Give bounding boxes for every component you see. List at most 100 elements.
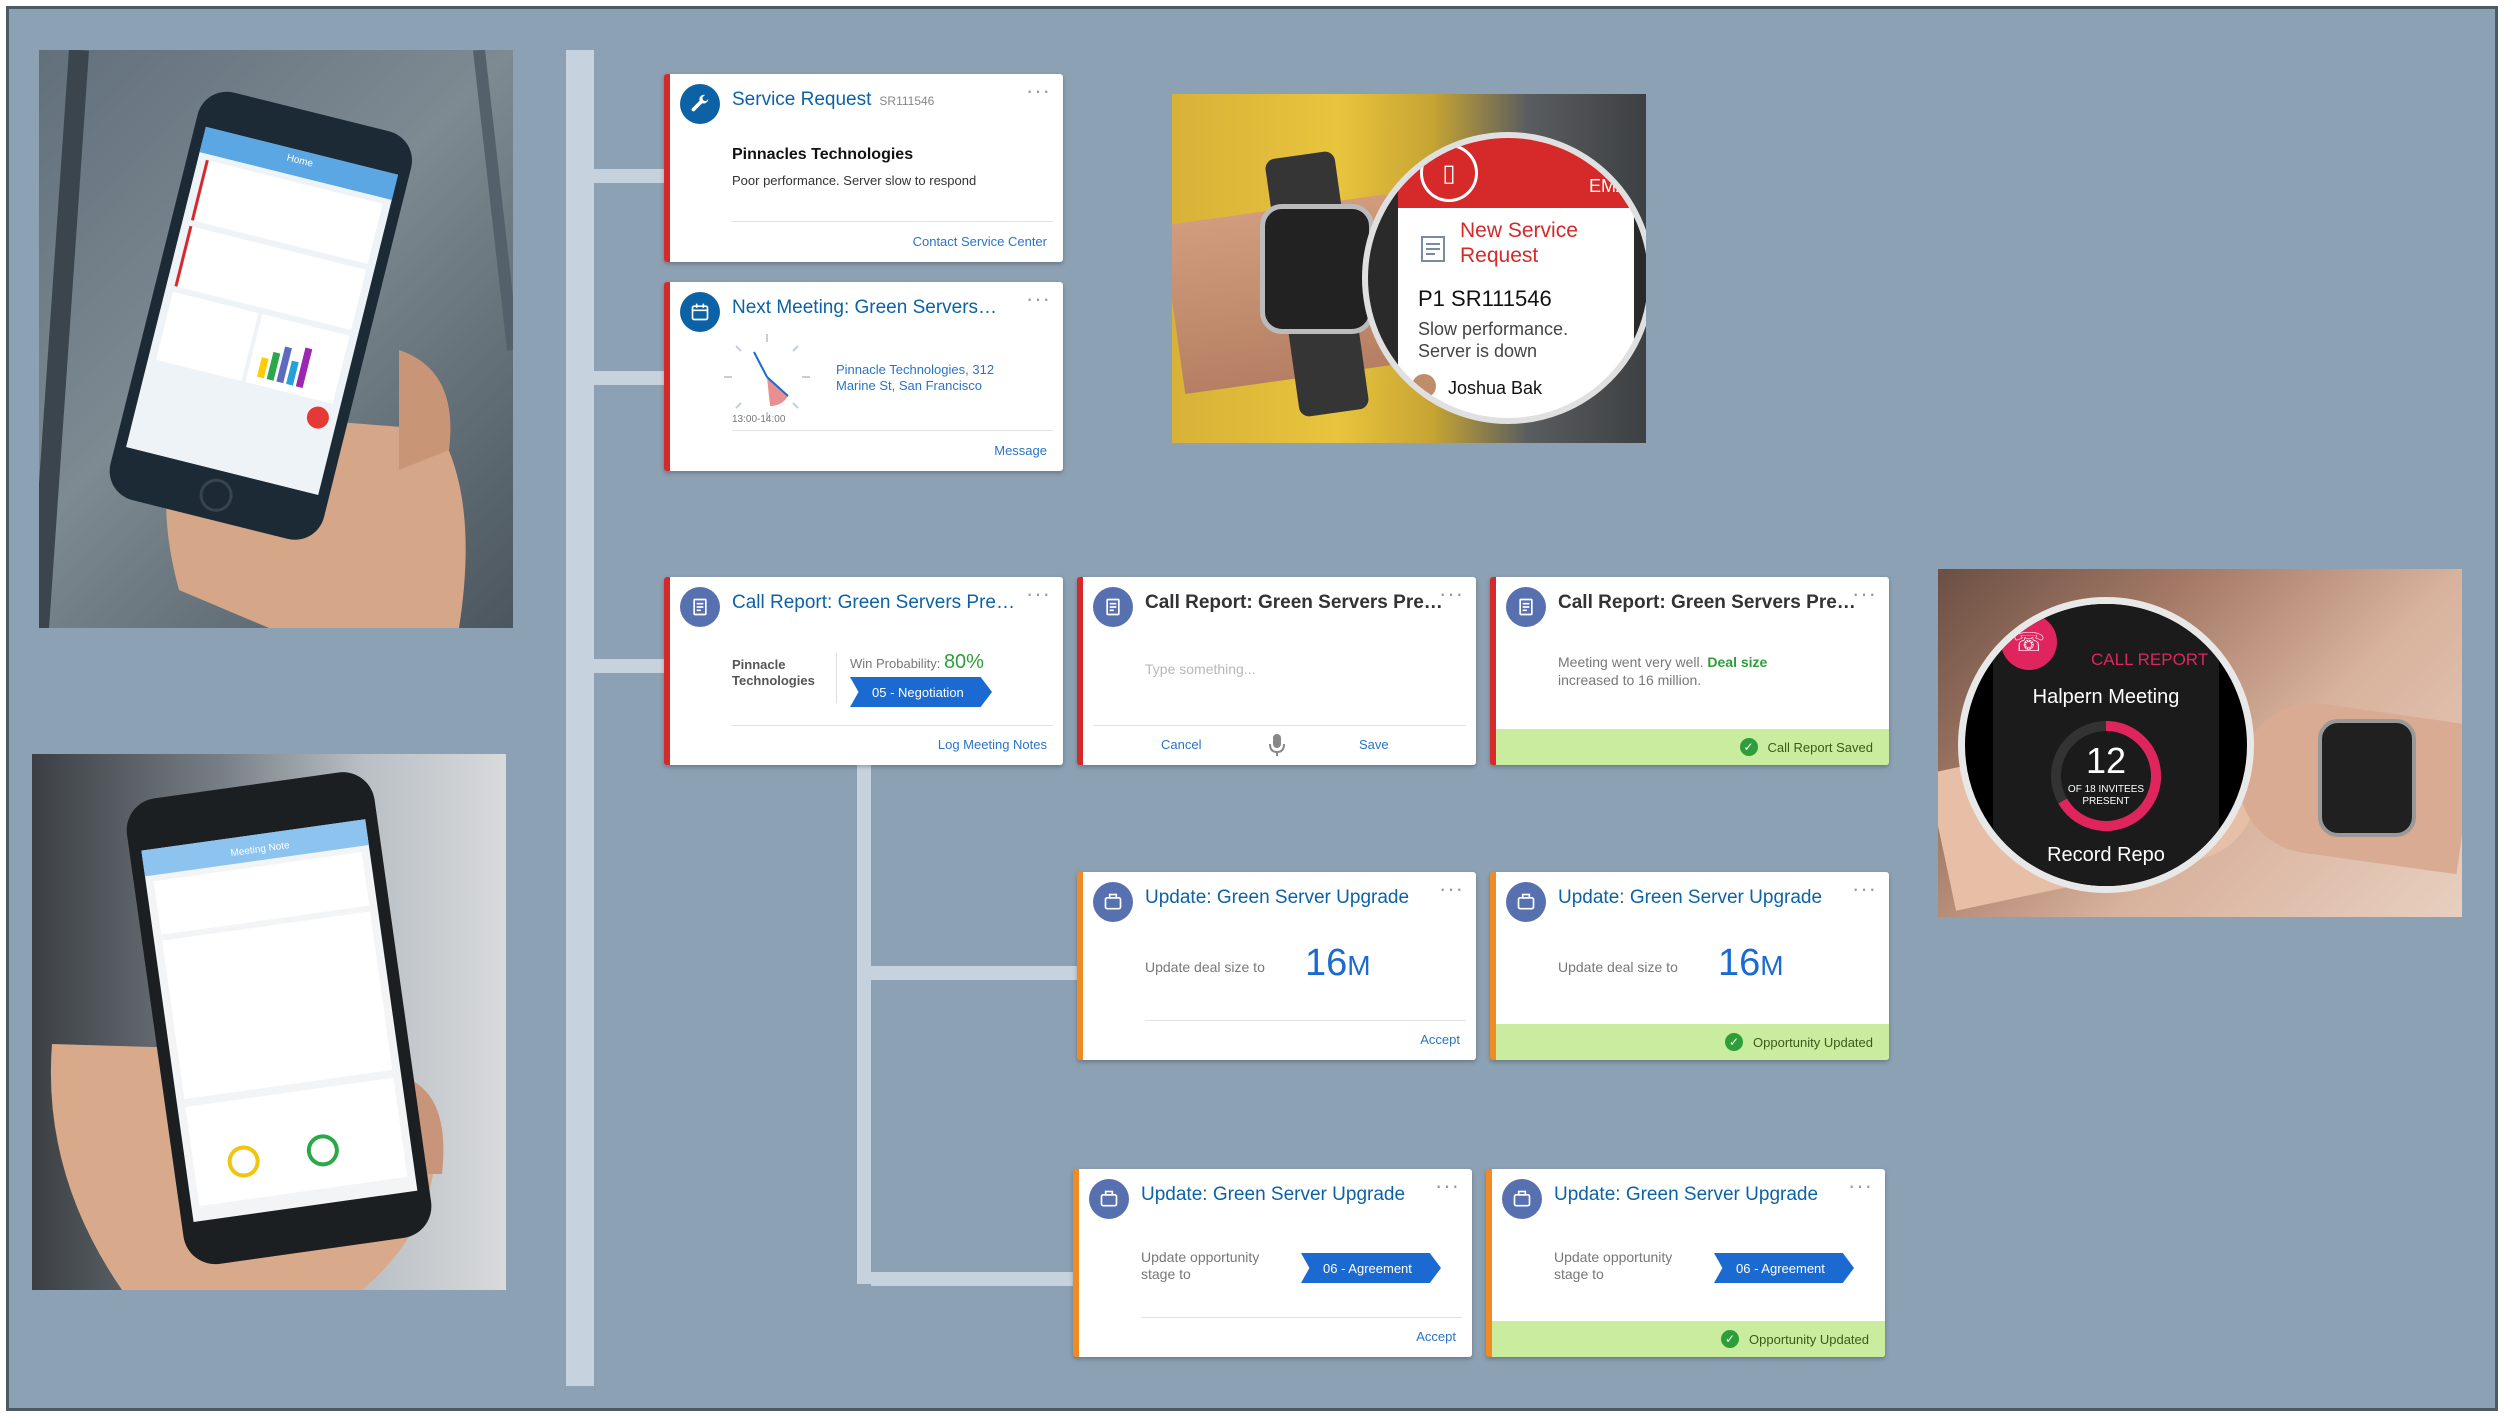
meeting-location-line-1: Pinnacle Technologies, 312 — [836, 362, 995, 377]
status-text: Opportunity Updated — [1753, 1034, 1873, 1050]
deal-size-value: 16M — [1305, 942, 1371, 985]
call-report-icon — [1093, 587, 1133, 627]
watch-zoom-left-strip — [1368, 138, 1398, 418]
cancel-button[interactable]: Cancel — [1161, 737, 1201, 752]
summary-text-1: Meeting went very well. — [1558, 654, 1704, 670]
accept-button[interactable]: Accept — [1416, 1329, 1456, 1344]
phone-photo-meeting-note: Meeting Note — [32, 754, 506, 1290]
watch-device — [2318, 719, 2416, 837]
win-probability: Win Probability: 80% — [850, 651, 984, 674]
status-text: Opportunity Updated — [1749, 1331, 1869, 1347]
stage-label-line-2: stage to — [1141, 1266, 1191, 1282]
update-deal-card[interactable]: Update: Green Server Upgrade ··· Update … — [1077, 872, 1476, 1060]
check-icon: ✓ — [1721, 1330, 1740, 1348]
note-input[interactable]: Type something... — [1145, 661, 1256, 677]
timeline-sub-line — [857, 764, 871, 1284]
service-icon — [1420, 233, 1448, 263]
call-report-card-saved[interactable]: Call Report: Green Servers Pre… ··· Meet… — [1490, 577, 1889, 765]
service-request-card[interactable]: Service Request SR111546 ··· Pinnacles Te… — [664, 74, 1063, 262]
status-bar: ✓ Call Report Saved — [1496, 729, 1889, 765]
deal-size-unit: M — [1760, 950, 1784, 981]
call-report-summary: Meeting went very well. Deal size increas… — [1558, 653, 1767, 689]
vertical-divider — [836, 653, 837, 703]
summary-text-2: increased to 16 million. — [1558, 672, 1702, 688]
next-meeting-card[interactable]: Next Meeting: Green Servers… ··· Pinnacl… — [664, 282, 1063, 471]
watch1-header: EMA — [1588, 176, 1628, 196]
call-report-icon — [1506, 587, 1546, 627]
update-stage-card[interactable]: Update: Green Server Upgrade ··· Update … — [1073, 1169, 1472, 1357]
card-title: Update: Green Server Upgrade — [1554, 1184, 1819, 1205]
timeline-main-line — [566, 50, 594, 1386]
divider — [732, 221, 1053, 222]
save-button[interactable]: Save — [1359, 737, 1389, 752]
card-title: Update: Green Server Upgrade — [1558, 887, 1823, 908]
divider — [1093, 725, 1466, 726]
stage-label-line-2: stage to — [1554, 1266, 1604, 1282]
watch-photo-service-request: ▯ EMA New Service Request P1 SR111546 Slo… — [1172, 94, 1646, 443]
stage-label: Update opportunity stage to — [1554, 1249, 1672, 1283]
watch2-subtext-line-2: PRESENT — [2082, 796, 2130, 807]
watch-alert-icon: ▯ — [1420, 144, 1478, 202]
more-options-icon[interactable]: ··· — [1026, 78, 1051, 104]
watch2-action[interactable]: Record Repo — [1965, 844, 2247, 867]
more-options-icon[interactable]: ··· — [1439, 581, 1464, 607]
stage-chevron: 05 - Negotiation — [850, 677, 992, 707]
call-report-card-log[interactable]: Call Report: Green Servers Pre… ··· Pinn… — [664, 577, 1063, 765]
more-options-icon[interactable]: ··· — [1852, 581, 1877, 607]
watch-zoom-right-strip — [1634, 138, 1646, 418]
company-name: Pinnacles Technologies — [732, 146, 914, 163]
wrench-icon — [680, 84, 720, 124]
more-options-icon[interactable]: ··· — [1026, 286, 1051, 312]
log-meeting-notes-link[interactable]: Log Meeting Notes — [938, 737, 1047, 752]
card-title: Next Meeting: Green Servers… — [732, 297, 998, 318]
deal-size-unit: M — [1347, 950, 1371, 981]
update-deal-card-updated[interactable]: Update: Green Server Upgrade ··· Update … — [1490, 872, 1889, 1060]
briefcase-icon — [1502, 1179, 1542, 1219]
meeting-location: Pinnacle Technologies, 312 Marine St, San… — [836, 362, 994, 394]
more-options-icon[interactable]: ··· — [1439, 876, 1464, 902]
card-title: Call Report: Green Servers Pre… — [1145, 592, 1443, 613]
company-name-line-2: Technologies — [732, 673, 815, 688]
divider — [1145, 1020, 1466, 1021]
watch-photo-call-report: ☏ 5: CALL REPORT Halpern Meeting 12 OF 1… — [1938, 569, 2462, 917]
service-description: Poor performance. Server slow to respond — [732, 173, 977, 188]
card-title: Call Report: Green Servers Pre… — [732, 592, 1015, 613]
check-icon: ✓ — [1739, 738, 1758, 756]
stage-label-line-1: Update opportunity — [1554, 1249, 1673, 1265]
briefcase-icon — [1089, 1179, 1129, 1219]
card-title: Call Report: Green Servers Pre… — [1558, 592, 1856, 613]
watch1-title: New Service Request — [1460, 218, 1578, 268]
clock-icon — [724, 334, 810, 420]
message-link[interactable]: Message — [994, 443, 1047, 458]
watch1-description: Slow performance. Server is down — [1418, 318, 1568, 362]
timeline-branch-1 — [594, 169, 664, 183]
watch1-description-line-1: Slow performance. — [1418, 319, 1569, 339]
timeline-sub-branch-2 — [871, 1272, 1081, 1286]
call-report-card-input[interactable]: Call Report: Green Servers Pre… ··· Type… — [1077, 577, 1476, 765]
watch2-time: 5: — [2209, 620, 2223, 637]
watch1-description-line-2: Server is down — [1418, 341, 1538, 361]
accept-button[interactable]: Accept — [1420, 1032, 1460, 1047]
timeline-sub-branch-1 — [871, 966, 1081, 980]
meeting-location-line-2: Marine St, San Francisco — [836, 378, 982, 393]
more-options-icon[interactable]: ··· — [1848, 1173, 1873, 1199]
watch2-subtext-line-1: OF 18 INVITEES — [2067, 784, 2145, 795]
watch-zoom-circle: ☏ 5: CALL REPORT Halpern Meeting 12 OF 1… — [1958, 597, 2254, 893]
card-title: Update: Green Server Upgrade — [1141, 1184, 1406, 1205]
calendar-icon — [680, 292, 720, 332]
call-report-icon — [680, 587, 720, 627]
status-bar: ✓ Opportunity Updated — [1492, 1321, 1885, 1357]
more-options-icon[interactable]: ··· — [1026, 581, 1051, 607]
deal-size-number: 16 — [1718, 942, 1761, 984]
microphone-icon[interactable] — [1268, 733, 1286, 757]
contact-service-center-link[interactable]: Contact Service Center — [913, 234, 1047, 249]
watch1-code: P1 SR111546 — [1418, 286, 1552, 311]
update-stage-card-updated[interactable]: Update: Green Server Upgrade ··· Update … — [1486, 1169, 1885, 1357]
meeting-time: 13:00-14:00 — [732, 414, 786, 425]
watch-face — [1260, 204, 1374, 334]
deal-size-label: Update deal size to — [1558, 959, 1678, 975]
watch1-title-line-2: Request — [1460, 244, 1539, 267]
more-options-icon[interactable]: ··· — [1852, 876, 1877, 902]
more-options-icon[interactable]: ··· — [1435, 1173, 1460, 1199]
status-bar: ✓ Opportunity Updated — [1496, 1024, 1889, 1060]
